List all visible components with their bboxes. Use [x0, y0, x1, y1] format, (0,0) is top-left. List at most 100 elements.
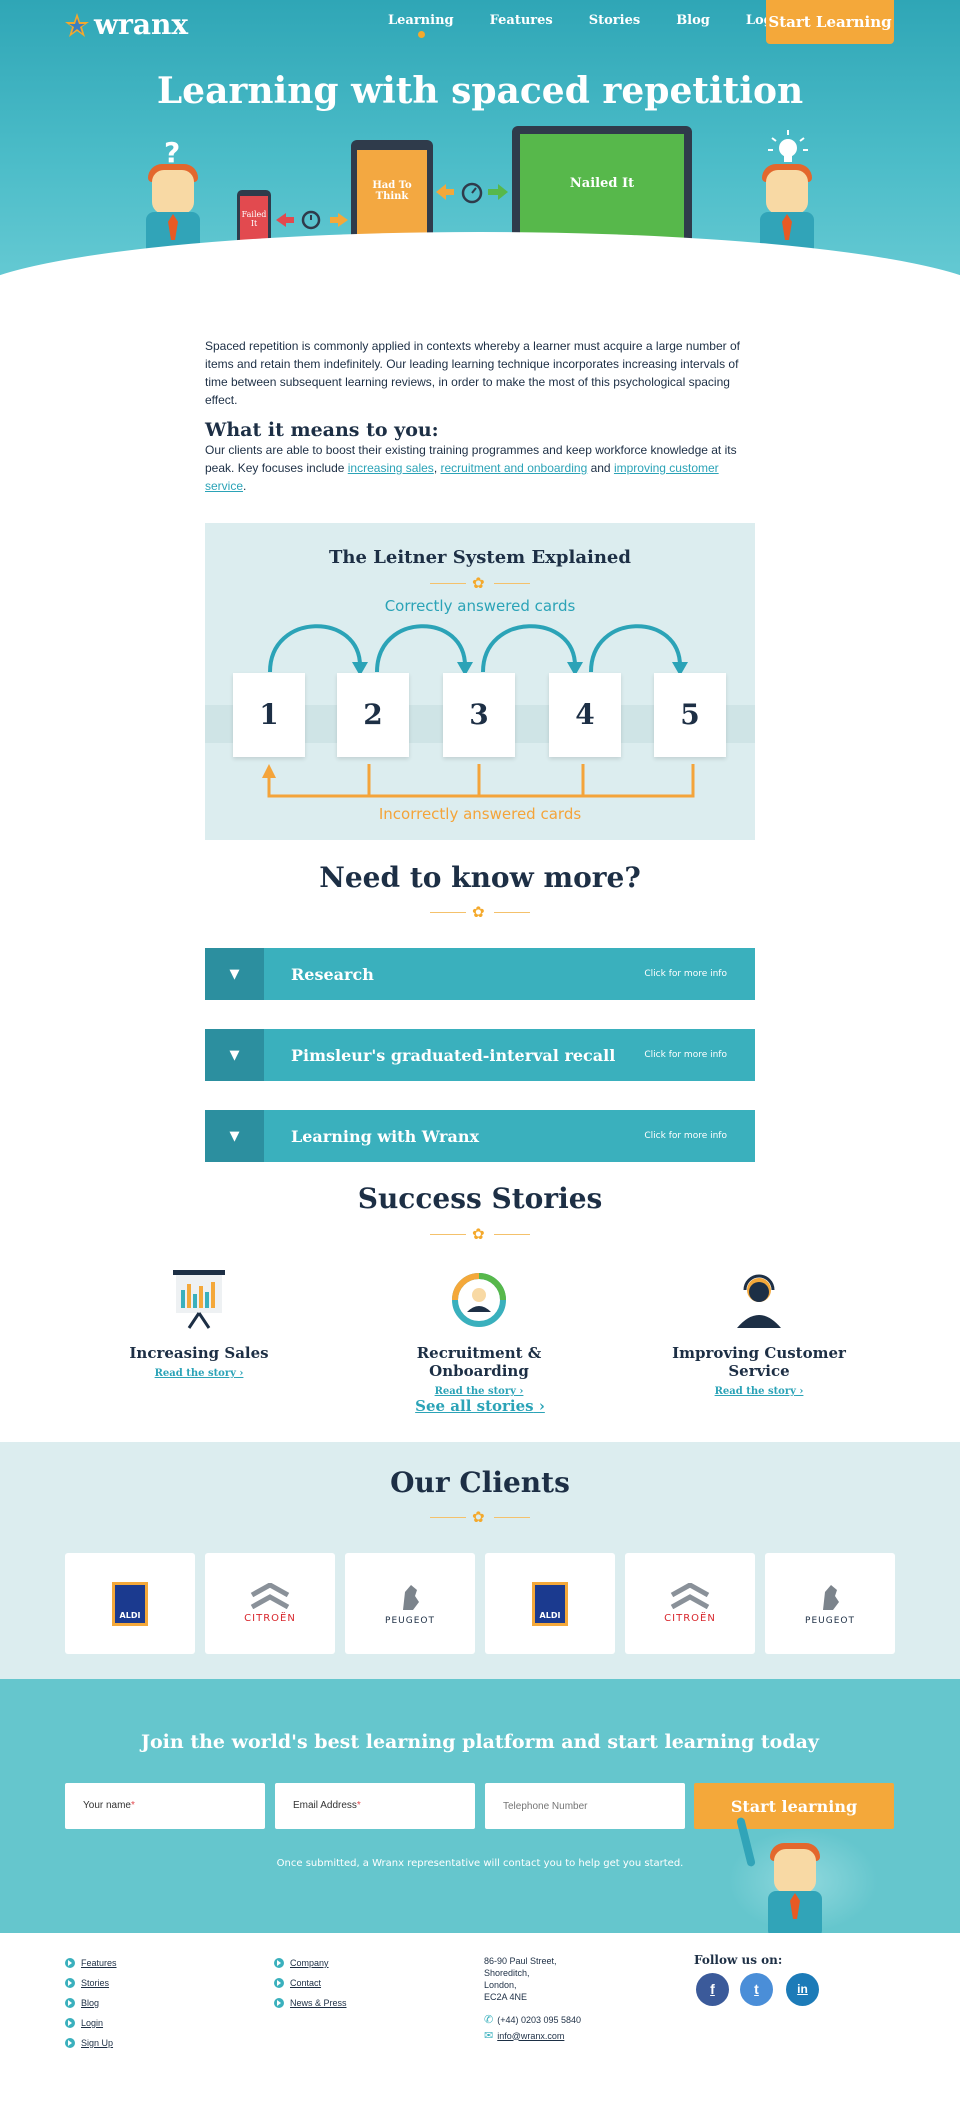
footer-link-label: Company — [290, 1958, 329, 1968]
email-placeholder: Email Address — [293, 1800, 357, 1811]
wranx-logo[interactable]: wranx — [64, 8, 188, 41]
email-row: ✉ info@wranx.com — [484, 2029, 564, 2042]
clients-paragraph: Our clients are able to boost their exis… — [205, 441, 755, 495]
story-title: Increasing Sales — [129, 1344, 269, 1362]
read-story-link[interactable]: Read the story › — [366, 1386, 592, 1397]
footer-link-blog[interactable]: Blog — [65, 1993, 99, 2013]
brand-name: wranx — [94, 8, 189, 41]
chevron-down-icon[interactable]: ▼ — [205, 1110, 264, 1162]
flower-icon: ✿ — [472, 1508, 485, 1526]
footer-link-label: Contact — [290, 1978, 322, 1988]
flower-icon: ✿ — [472, 574, 485, 592]
ornament-divider: ✿ — [430, 1226, 530, 1242]
read-story-link[interactable]: Read the story › — [86, 1368, 312, 1379]
arrow-bullet-icon — [274, 1998, 284, 2008]
footer-link-stories[interactable]: Stories — [65, 1973, 109, 1993]
ornament-divider: ✿ — [430, 575, 530, 591]
flower-icon: ✿ — [472, 903, 485, 921]
start-learning-submit[interactable]: Start learning — [694, 1783, 894, 1829]
leitner-box-3: 3 — [443, 673, 515, 757]
nav-features[interactable]: Features — [490, 13, 553, 28]
ornament-divider: ✿ — [430, 1509, 530, 1525]
logo-text: ALDI — [115, 1584, 145, 1623]
aldi-emblem: ALDI — [532, 1581, 568, 1626]
more-info-label: Click for more info — [644, 1050, 727, 1060]
story-recruitment: Recruitment & Onboarding Read the story … — [366, 1268, 592, 1397]
email-link[interactable]: info@wranx.com — [497, 2031, 564, 2041]
leitner-box-5: 5 — [654, 673, 726, 757]
twitter-icon[interactable]: t — [740, 1973, 773, 2006]
email-input[interactable]: Email Address* — [275, 1783, 475, 1829]
read-story-link[interactable]: Read the story › — [646, 1386, 872, 1397]
read-story-label: Read the story — [434, 1386, 516, 1397]
footer-link-contact[interactable]: Contact — [274, 1973, 321, 1993]
faq-title: Need to know more? — [319, 861, 641, 894]
footer-link-label: Blog — [81, 1998, 100, 2008]
arrow-bullet-icon — [65, 1998, 75, 2008]
hero: wranx Learning Features Stories Blog Log… — [0, 0, 960, 315]
peugeot-lion-icon — [823, 1584, 839, 1610]
leitner-box-4: 4 — [549, 673, 621, 757]
peugeot-lion-icon — [403, 1584, 419, 1610]
logo-text: CITROËN — [664, 1613, 716, 1624]
clients-title: Our Clients — [390, 1466, 570, 1499]
link-recruitment[interactable]: recruitment and onboarding — [440, 461, 587, 475]
footer-link-label: Stories — [81, 1978, 110, 1988]
start-learning-button[interactable]: Start Learning — [766, 0, 894, 44]
address-line: 86-90 Paul Street, — [484, 1956, 557, 1966]
headset-agent-icon — [737, 1274, 781, 1328]
arrows-stopwatch-icon — [436, 182, 508, 204]
more-info-label: Click for more info — [644, 969, 727, 979]
phone-row: ✆ (+44) 0203 095 5840 — [484, 2013, 581, 2026]
footer-link-features[interactable]: Features — [65, 1953, 117, 1973]
logo-text: ALDI — [535, 1584, 565, 1623]
incorrect-label: Incorrectly answered cards — [378, 805, 582, 823]
required-mark: * — [131, 1800, 135, 1811]
chevron-down-icon[interactable]: ▼ — [205, 1029, 264, 1081]
signup-title: Join the world's best learning platform … — [141, 1731, 819, 1753]
arrow-bullet-icon — [65, 2038, 75, 2048]
accordion-research[interactable]: ▼ Research Click for more info — [205, 948, 755, 1000]
correct-label: Correctly answered cards — [384, 597, 576, 615]
story-increasing-sales: Increasing Sales Read the story › — [86, 1268, 312, 1379]
footer-link-news[interactable]: News & Press — [274, 1993, 347, 2013]
chevron-down-icon[interactable]: ▼ — [205, 948, 264, 1000]
nav-learning[interactable]: Learning — [388, 13, 454, 38]
arrow-bullet-icon — [274, 1978, 284, 1988]
aldi-emblem: ALDI — [112, 1581, 148, 1626]
arrows-timer-icon — [276, 210, 321, 230]
client-logo-citroen: CITROËN — [205, 1553, 335, 1654]
link-increasing-sales[interactable]: increasing sales — [348, 461, 434, 475]
ornament-divider: ✿ — [430, 904, 530, 920]
footer-link-company[interactable]: Company — [274, 1953, 329, 1973]
story-title: Improving Customer Service — [672, 1344, 846, 1380]
leitner-box-1: 1 — [233, 673, 305, 757]
name-input[interactable]: Your name* — [65, 1783, 265, 1829]
follow-label: Follow us on: — [694, 1953, 783, 1967]
accordion-learning-wranx[interactable]: ▼ Learning with Wranx Click for more inf… — [205, 1110, 755, 1162]
mail-icon: ✉ — [484, 2030, 494, 2042]
telephone-input[interactable] — [485, 1783, 685, 1829]
linkedin-icon[interactable]: in — [786, 1973, 819, 2006]
client-logo-aldi: ALDI — [485, 1553, 615, 1654]
arrow-bullet-icon — [274, 1958, 284, 1968]
story-title: Recruitment & Onboarding — [416, 1344, 542, 1380]
address-block: 86-90 Paul Street, Shoreditch, London, E… — [484, 1955, 557, 2003]
more-info-label: Click for more info — [644, 1131, 727, 1141]
leitner-diagram: The Leitner System Explained ✿ Correctly… — [205, 523, 755, 840]
wranx-star-icon — [65, 12, 89, 37]
see-all-stories-link[interactable]: See all stories › — [0, 1397, 960, 1415]
nav-blog[interactable]: Blog — [676, 13, 710, 28]
logo-text: PEUGEOT — [805, 1615, 855, 1626]
footer-link-signup[interactable]: Sign Up — [65, 2033, 113, 2053]
nav-stories[interactable]: Stories — [589, 13, 640, 28]
leitner-title: The Leitner System Explained — [329, 547, 631, 568]
accordion-pimsleur[interactable]: ▼ Pimsleur's graduated-interval recall C… — [205, 1029, 755, 1081]
footer-link-label: Features — [81, 1958, 117, 1968]
separator: and — [587, 461, 614, 475]
address-line: EC2A 4NE — [484, 1992, 528, 2002]
recruitment-donut-icon — [452, 1273, 506, 1327]
facebook-icon[interactable]: f — [696, 1973, 729, 2006]
signup-section: Join the world's best learning platform … — [0, 1679, 960, 1935]
footer-link-login[interactable]: Login — [65, 2013, 103, 2033]
